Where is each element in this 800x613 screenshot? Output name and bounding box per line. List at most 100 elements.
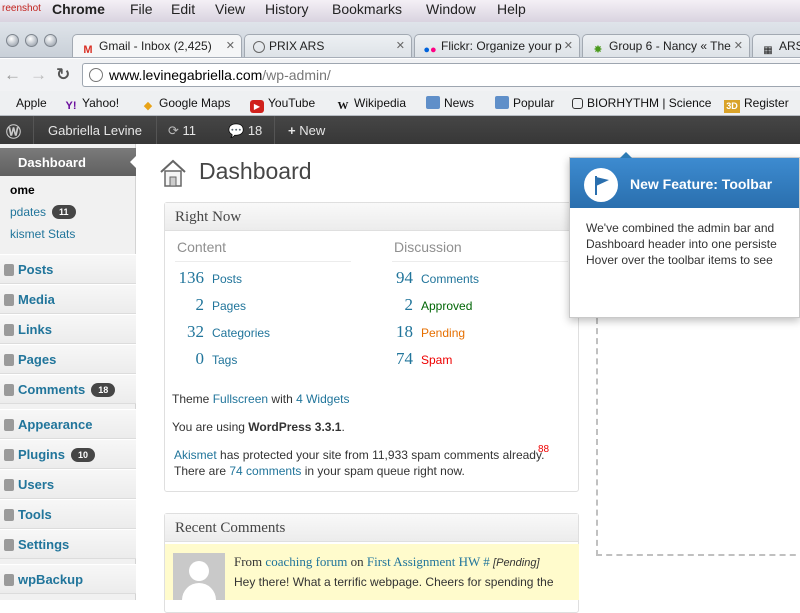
tab-ars[interactable]: ▦ ARS [752,34,800,57]
akismet-link[interactable]: Akismet [174,448,217,462]
menu-help[interactable]: Help [497,1,526,17]
sidebar-item-users[interactable]: Users [0,469,136,499]
sidebar-sub-home[interactable]: ome [10,183,35,197]
sidebar-sub-updates[interactable]: pdates 11 [10,205,76,219]
queue-prefix: There are [174,464,227,478]
window-minimize-light[interactable] [25,34,38,47]
avatar [173,553,225,603]
bookmark-news[interactable]: News [426,96,474,110]
bookmark-yahoo[interactable]: Y! Yahoo! [64,96,120,113]
toolbar-comments[interactable]: 💬 18 [228,123,262,139]
plugins-icon [4,449,14,461]
recent-comments-title[interactable]: Recent Comments [165,514,578,542]
categories-link[interactable]: Categories [212,326,270,340]
sidebar-item-pages[interactable]: Pages [0,344,136,374]
close-icon[interactable]: ✕ [564,39,573,52]
window-close-light[interactable] [6,34,19,47]
menu-edit[interactable]: Edit [171,1,195,17]
sidebar-item-label: Posts [18,262,54,277]
sidebar-item-posts[interactable]: Posts [0,254,136,284]
tags-link[interactable]: Tags [212,353,237,367]
comments-total-count[interactable]: 94 [383,268,413,288]
green-star-icon: ✸ [593,44,603,56]
address-bar[interactable]: www.levinegabriella.com/wp-admin/ [82,63,800,87]
tab-prix-ars[interactable]: PRIX ARS ✕ [244,34,412,57]
bookmark-wikipedia[interactable]: W Wikipedia [336,96,407,113]
menu-history[interactable]: History [265,1,309,17]
posts-count[interactable]: 136 [174,268,205,288]
youtube-icon: ▶ [250,100,264,113]
home-icon [160,159,186,187]
wordpress-logo-icon[interactable]: Ⓦ [6,121,21,142]
bookmark-youtube[interactable]: ▶ YouTube [250,96,315,113]
bookmark-label: BIORHYTHM | Science [587,96,712,110]
theme-line: Theme Fullscreen with 4 Widgets [172,392,349,406]
toolbar-new[interactable]: + New [288,123,325,138]
pending-link[interactable]: Pending [421,326,465,340]
bookmark-popular[interactable]: Popular [495,96,554,110]
comment-permalink[interactable]: # [483,554,490,569]
window-zoom-light[interactable] [44,34,57,47]
close-icon[interactable]: ✕ [226,39,235,52]
widgets-link[interactable]: 4 Widgets [296,392,349,406]
sidebar-item-label: Tools [18,507,52,522]
close-icon[interactable]: ✕ [734,39,743,52]
spam-queue-link[interactable]: 74 comments [229,464,301,478]
tab-group6[interactable]: ✸ Group 6 - Nancy « The ✕ [582,34,750,57]
pending-count[interactable]: 18 [383,322,413,342]
menu-window[interactable]: Window [426,1,476,17]
posts-link[interactable]: Posts [212,272,242,286]
right-now-title[interactable]: Right Now [165,203,578,231]
close-icon[interactable]: ✕ [396,39,405,52]
categories-count[interactable]: 32 [174,322,204,342]
url-text[interactable]: www.levinegabriella.com/wp-admin/ [109,67,331,83]
reload-icon[interactable]: ↻ [56,65,70,85]
sidebar-item-tools[interactable]: Tools [0,499,136,529]
new-feature-pointer: New Feature: Toolbar We've combined the … [569,152,800,318]
sidebar-item-settings[interactable]: Settings [0,529,136,559]
sidebar-item-appearance[interactable]: Appearance [0,409,136,439]
comment-post-link[interactable]: First Assignment HW [367,554,480,569]
plugins-label: Plugins [18,447,65,462]
sidebar-item-wpbackup[interactable]: wpBackup [0,564,136,594]
theme-prefix: Theme [172,392,210,406]
sidebar-sub-akismet[interactable]: kismet Stats [10,227,75,241]
sidebar-item-plugins[interactable]: Plugins 10 [0,439,136,469]
approved-link[interactable]: Approved [421,299,472,313]
sidebar-item-links[interactable]: Links [0,314,136,344]
spam-link[interactable]: Spam [421,353,452,367]
sidebar-item-label: Dashboard [18,155,86,170]
tab-gmail[interactable]: M Gmail - Inbox (2,425) ✕ [72,34,242,57]
sidebar-item-comments[interactable]: Comments 18 [0,374,136,404]
comment-from: From [234,554,263,569]
toolbar-updates[interactable]: ⟳ 11 [168,123,196,139]
toolbar-site-name[interactable]: Gabriella Levine [48,123,142,138]
bookmark-google-maps[interactable]: ◆ Google Maps [141,96,231,113]
menu-app-name[interactable]: Chrome [52,1,105,17]
tab-label: Flickr: Organize your p [441,39,562,53]
menu-bookmarks[interactable]: Bookmarks [332,1,402,17]
sidebar-item-media[interactable]: Media [0,284,136,314]
bookmark-biorhythm[interactable]: BIORHYTHM | Science [572,96,711,110]
menu-file[interactable]: File [130,1,153,17]
back-icon[interactable]: ← [4,65,21,85]
comment-author-link[interactable]: coaching forum [265,554,347,569]
theme-name-link[interactable]: Fullscreen [213,392,268,406]
forward-icon[interactable]: → [30,65,47,85]
tab-flickr[interactable]: ●● Flickr: Organize your p ✕ [414,34,580,57]
tags-count[interactable]: 0 [174,349,205,369]
spam-count[interactable]: 74 [383,349,413,369]
pointer-body: We've combined the admin bar and Dashboa… [570,208,799,268]
approved-count[interactable]: 2 [383,295,414,315]
queue-line: There are 74 comments in your spam queue… [174,464,465,478]
sidebar-item-dashboard[interactable]: Dashboard [0,148,137,176]
pages-link[interactable]: Pages [212,299,246,313]
flag-icon [584,168,618,202]
folder-icon [495,96,509,109]
comments-total-link[interactable]: Comments [421,272,479,286]
updates-badge: 11 [52,205,76,219]
menu-view[interactable]: View [215,1,245,17]
bookmark-apple[interactable]: Apple [16,96,47,110]
bookmark-register[interactable]: 3D Register [724,96,789,113]
pages-count[interactable]: 2 [174,295,205,315]
